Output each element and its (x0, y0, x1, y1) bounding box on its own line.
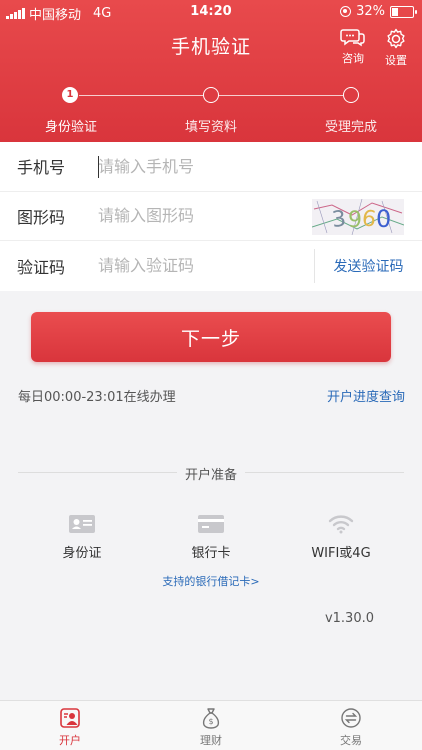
chat-bubbles-icon (340, 29, 365, 47)
step-connector (79, 95, 203, 96)
captcha-input[interactable] (98, 206, 298, 226)
consult-button[interactable]: 咨询 (333, 28, 373, 66)
settings-button[interactable]: 设置 (376, 28, 416, 68)
text-cursor (98, 156, 99, 178)
requirement-bank-card: 银行卡 (151, 512, 271, 561)
verification-form: 手机号 图形码 3 9 6 0 验证码 发送验证码 (0, 142, 422, 291)
requirement-label: WIFI或4G (311, 546, 371, 561)
wifi-icon (328, 515, 354, 534)
step-indicator: 1 身份验证 填写资料 受理完成 (0, 86, 422, 136)
tab-label: 理财 (200, 734, 222, 747)
captcha-char: 0 (376, 205, 391, 233)
money-bag-icon: $ (202, 708, 220, 729)
step-dot-1: 1 (62, 87, 78, 103)
requirement-label: 身份证 (62, 546, 102, 561)
id-card-icon (69, 515, 95, 533)
tab-open-account[interactable]: 开户 (20, 707, 120, 748)
open-account-icon (60, 708, 80, 728)
exchange-icon (341, 708, 361, 728)
phone-row: 手机号 (0, 142, 422, 192)
captcha-graphic: 3 9 6 0 (312, 198, 404, 235)
tab-trade[interactable]: 交易 (301, 707, 401, 748)
requirement-label: 银行卡 (191, 546, 231, 561)
preparation-title: 开户准备 (0, 464, 422, 483)
consult-label: 咨询 (342, 52, 364, 65)
captcha-label: 图形码 (17, 207, 66, 227)
step-label-complete: 受理完成 (324, 120, 377, 135)
progress-query-link[interactable]: 开户进度查询 (327, 386, 405, 405)
code-label: 验证码 (17, 257, 66, 277)
app-version: v1.30.0 (324, 611, 374, 626)
battery-percent: 32% (356, 4, 385, 19)
battery-icon (390, 5, 417, 18)
step-connector (219, 95, 343, 96)
phone-label: 手机号 (17, 158, 66, 178)
service-hours: 每日00:00-23:01在线办理 (18, 390, 176, 405)
captcha-char: 6 (360, 206, 377, 233)
requirement-network: WIFI或4G (281, 512, 401, 561)
supported-banks-link[interactable]: 支持的银行借记卡> (0, 573, 422, 589)
svg-text:$: $ (208, 717, 213, 726)
status-bar: 中国移动 4G 14:20 32% (0, 0, 422, 23)
step-label-fill-info: 填写资料 (184, 120, 237, 135)
phone-input[interactable] (98, 156, 298, 176)
step-label-identity: 身份验证 (44, 120, 97, 135)
code-input[interactable] (98, 256, 298, 276)
tab-wealth[interactable]: $ 理财 (161, 707, 261, 748)
gear-icon (387, 28, 405, 49)
tab-label: 开户 (59, 734, 81, 747)
captcha-char: 3 (331, 206, 348, 232)
bottom-tab-bar: 开户 $ 理财 交易 (0, 700, 422, 750)
step-dot-3 (343, 87, 359, 103)
captcha-row: 图形码 3 9 6 0 (0, 192, 422, 241)
send-code-button[interactable]: 发送验证码 (314, 249, 422, 283)
captcha-image[interactable]: 3 9 6 0 (312, 198, 404, 235)
preparation-title-text: 开户准备 (176, 468, 245, 483)
app-header: 中国移动 4G 14:20 32% 手机验证 咨询 设置 1 身份验证 填写资料… (0, 0, 422, 142)
step-dot-2 (203, 87, 219, 103)
orientation-lock-icon (340, 6, 352, 17)
tab-label: 交易 (340, 734, 362, 747)
settings-label: 设置 (385, 54, 407, 67)
bank-card-icon (198, 515, 224, 533)
code-row: 验证码 发送验证码 (0, 241, 422, 291)
requirement-id-card: 身份证 (22, 512, 142, 561)
next-step-button[interactable]: 下一步 (31, 312, 391, 362)
